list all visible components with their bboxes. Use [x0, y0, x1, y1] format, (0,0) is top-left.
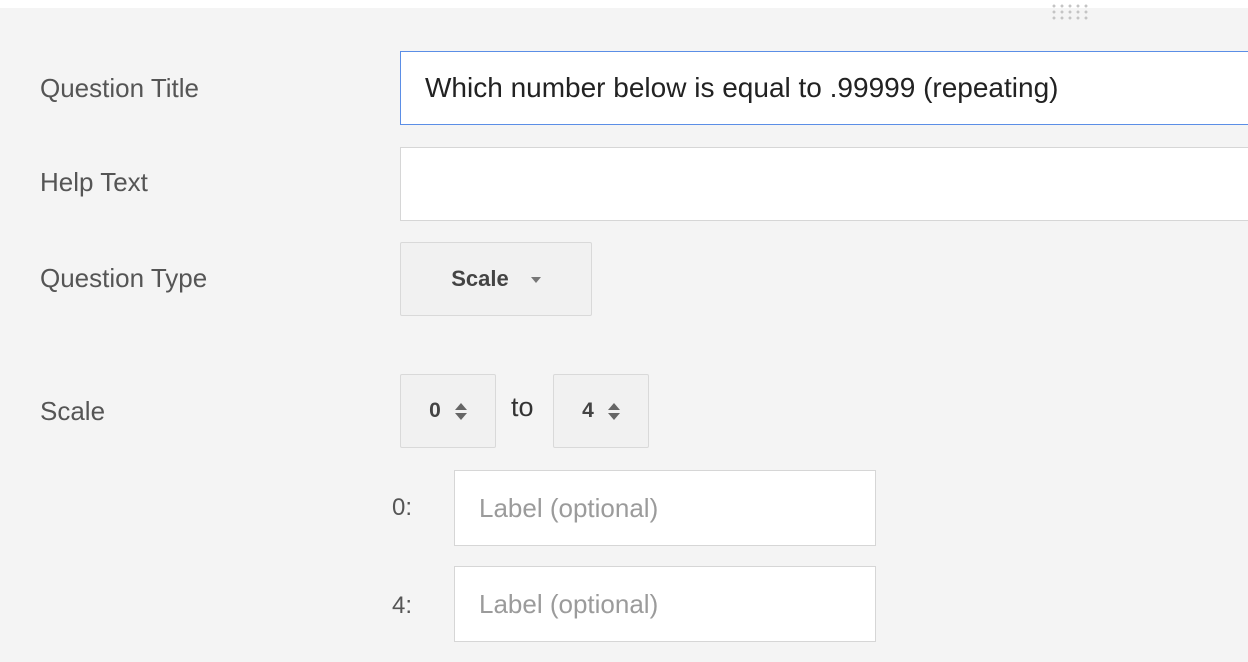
up-down-arrows-icon: [454, 402, 467, 420]
question-title-input[interactable]: [400, 51, 1248, 125]
question-type-selected: Scale: [451, 266, 509, 291]
scale-low-prefix: 0:: [392, 494, 413, 521]
up-down-arrows-icon: [607, 402, 620, 420]
scale-from-stepper[interactable]: 0: [400, 374, 496, 448]
question-type-dropdown[interactable]: Scale: [400, 242, 592, 316]
question-type-label: Question Type: [40, 263, 208, 293]
scale-high-prefix: 4:: [392, 592, 413, 619]
scale-high-label-input[interactable]: [454, 566, 876, 642]
question-title-label: Question Title: [40, 73, 199, 103]
help-text-input[interactable]: [400, 147, 1248, 221]
drag-dots-icon[interactable]: [1050, 3, 1090, 21]
scale-label: Scale: [40, 396, 106, 426]
scale-low-label-input[interactable]: [454, 470, 876, 546]
scale-to-value: 4: [582, 399, 594, 422]
scale-to-separator: to: [511, 392, 534, 422]
scale-to-stepper[interactable]: 4: [553, 374, 649, 448]
scale-from-value: 0: [429, 399, 441, 422]
caret-down-icon: [530, 277, 541, 283]
help-text-label: Help Text: [40, 167, 148, 197]
